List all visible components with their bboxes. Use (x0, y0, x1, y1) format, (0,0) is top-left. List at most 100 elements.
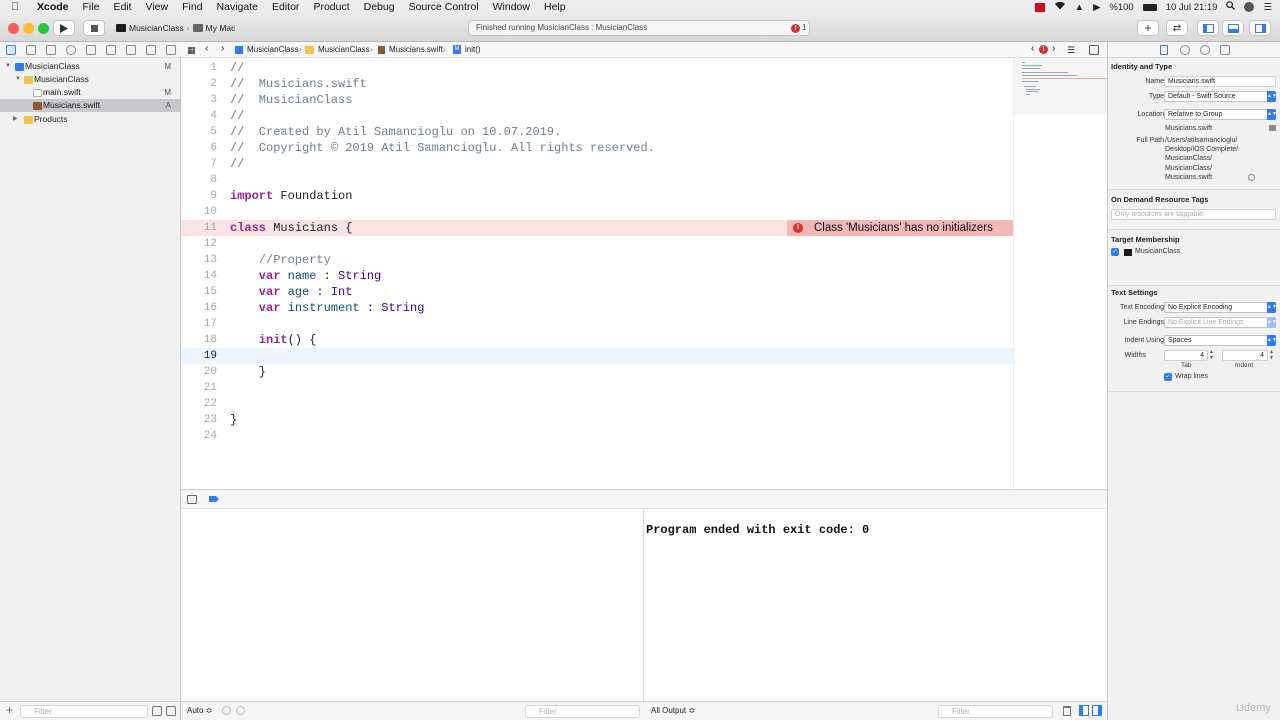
back-icon[interactable]: ‹ (205, 43, 208, 54)
menu-navigate[interactable]: Navigate (210, 0, 265, 14)
disclosure-open-icon[interactable]: ▼ (15, 73, 21, 86)
trash-icon[interactable] (1063, 706, 1071, 716)
code-line[interactable]: 8 (181, 172, 1013, 188)
info-icon[interactable] (236, 706, 245, 715)
indent-using-select[interactable]: Spaces ▲▼ (1164, 335, 1277, 346)
menu-editor[interactable]: Editor (265, 0, 306, 14)
code-review-button[interactable]: ⇄ (1166, 20, 1188, 36)
code-line[interactable]: 13 //Property (181, 252, 1013, 268)
project-navigator-icon[interactable] (6, 45, 16, 55)
menu-view[interactable]: View (139, 0, 176, 14)
menu-xcode[interactable]: Xcode (30, 0, 76, 14)
zoom-window-button[interactable] (38, 23, 49, 34)
folder-icon[interactable] (1269, 125, 1276, 131)
help-inspector-icon[interactable] (1200, 45, 1210, 55)
toggle-navigator-button[interactable] (1197, 20, 1219, 36)
user-avatar-icon[interactable] (1244, 2, 1255, 12)
menu-file[interactable]: File (76, 0, 107, 14)
code-line-current[interactable]: 19 (181, 348, 1013, 364)
code-line[interactable]: 24 (181, 428, 1013, 444)
notification-center-icon[interactable]: ☰ (1263, 2, 1272, 13)
tree-item-group[interactable]: ▼ MusicianClass (0, 73, 181, 86)
history-inspector-icon[interactable] (1180, 45, 1190, 55)
variables-filter-input[interactable]: Filter (525, 705, 640, 718)
breadcrumb-group[interactable]: MusicianClass (318, 45, 370, 54)
tree-item-file-musicians[interactable]: Musicians.swift A (0, 99, 181, 112)
next-issue-icon[interactable]: › (1052, 43, 1055, 54)
issue-count[interactable]: 1 (802, 21, 806, 35)
location-select[interactable]: Relative to Group ▲▼ (1164, 109, 1277, 120)
issue-navigator-icon[interactable] (86, 45, 96, 55)
console-filter-input[interactable]: Filter (938, 705, 1053, 718)
find-navigator-icon[interactable] (66, 45, 76, 55)
reveal-in-finder-icon[interactable] (1248, 174, 1255, 181)
navigator-filter-input[interactable]: Filter (20, 705, 148, 718)
tab-width-field[interactable]: 4 (1164, 350, 1208, 361)
indent-width-stepper[interactable]: ▲ ▼ (1269, 349, 1274, 361)
hide-debug-area-icon[interactable] (187, 495, 197, 504)
menu-find[interactable]: Find (175, 0, 209, 14)
editor-options-icon[interactable]: ☰ (1067, 45, 1075, 56)
code-line[interactable]: 1 // (181, 60, 1013, 76)
test-navigator-icon[interactable] (106, 45, 116, 55)
library-button[interactable]: + (1137, 20, 1159, 36)
code-line[interactable]: 16 var instrument : String (181, 300, 1013, 316)
report-navigator-icon[interactable] (166, 45, 176, 55)
file-inspector-icon[interactable] (1160, 45, 1168, 55)
variables-scope-selector[interactable]: Auto ≎ (187, 706, 212, 715)
wrap-lines-checkbox[interactable]: ✓ (1164, 373, 1172, 381)
disclosure-closed-icon[interactable]: ▶ (13, 113, 18, 126)
menu-product[interactable]: Product (306, 0, 356, 14)
error-indicator-icon[interactable]: ! (1039, 45, 1048, 54)
code-line[interactable]: 6 // Copyright © 2019 Atil Samancioglu. A… (181, 140, 1013, 156)
debug-navigator-icon[interactable] (126, 45, 136, 55)
error-annotation[interactable]: ! Class 'Musicians' has no initializers (787, 220, 1013, 236)
text-encoding-select[interactable]: No Explicit Encoding ▲▼ (1164, 302, 1277, 313)
code-line[interactable]: 5 // Created by Atil Samancioglu on 10.07… (181, 124, 1013, 140)
console-view[interactable]: Program ended with exit code: 0 (645, 509, 1107, 701)
split-view-left-icon[interactable] (1079, 705, 1089, 716)
code-line[interactable]: 10 (181, 204, 1013, 220)
tab-width-stepper[interactable]: ▲ ▼ (1209, 349, 1214, 361)
recent-files-icon[interactable] (152, 706, 162, 716)
minimize-window-button[interactable] (23, 23, 34, 34)
menu-help[interactable]: Help (537, 0, 573, 14)
add-icon[interactable]: + (6, 703, 13, 717)
forward-icon[interactable]: › (221, 43, 224, 54)
volume-icon[interactable]: ▶ (1093, 2, 1100, 13)
code-line[interactable]: 12 (181, 236, 1013, 252)
error-icon[interactable]: ! (793, 223, 803, 233)
code-line[interactable]: 23} (181, 412, 1013, 428)
minimap[interactable] (1013, 58, 1107, 489)
name-field[interactable]: Musicians.swift (1164, 76, 1276, 87)
toggle-inspector-button[interactable] (1249, 20, 1271, 36)
breadcrumb-method[interactable]: init() (465, 45, 481, 54)
tree-item-file-main[interactable]: main.swift M (0, 86, 181, 99)
battery-label[interactable]: %100 (1109, 2, 1133, 13)
related-items-icon[interactable]: ▦ (187, 45, 196, 56)
resource-tags-field[interactable]: Only resources are taggable (1111, 209, 1276, 220)
breadcrumb-file[interactable]: Musicians.swift (389, 45, 443, 54)
spotlight-icon[interactable] (1226, 1, 1236, 13)
clock[interactable]: 10 Jul 21:19 (1166, 2, 1218, 13)
stop-button[interactable] (83, 20, 105, 36)
menu-source-control[interactable]: Source Control (402, 0, 486, 14)
code-line[interactable]: 18 init() { (181, 332, 1013, 348)
code-line[interactable]: 4 // (181, 108, 1013, 124)
breakpoints-toggle-icon[interactable] (209, 496, 219, 502)
indent-width-field[interactable]: 4 (1222, 350, 1268, 361)
tree-item-products[interactable]: ▶ Products (0, 113, 181, 126)
tree-item-project[interactable]: ▼ MusicianClass M (0, 60, 181, 73)
symbol-navigator-icon[interactable] (46, 45, 56, 55)
code-line[interactable]: 20 } (181, 364, 1013, 380)
identity-inspector-icon[interactable] (1220, 45, 1230, 55)
menu-edit[interactable]: Edit (106, 0, 138, 14)
airplay-icon[interactable]: ▲ (1075, 2, 1084, 13)
close-window-button[interactable] (8, 23, 19, 34)
menu-debug[interactable]: Debug (357, 0, 402, 14)
issue-error-icon[interactable]: ! (791, 24, 800, 33)
disclosure-open-icon[interactable]: ▼ (5, 60, 11, 73)
split-view-right-icon[interactable] (1092, 705, 1102, 716)
input-source-icon[interactable] (1034, 2, 1045, 12)
menu-window[interactable]: Window (486, 0, 537, 14)
